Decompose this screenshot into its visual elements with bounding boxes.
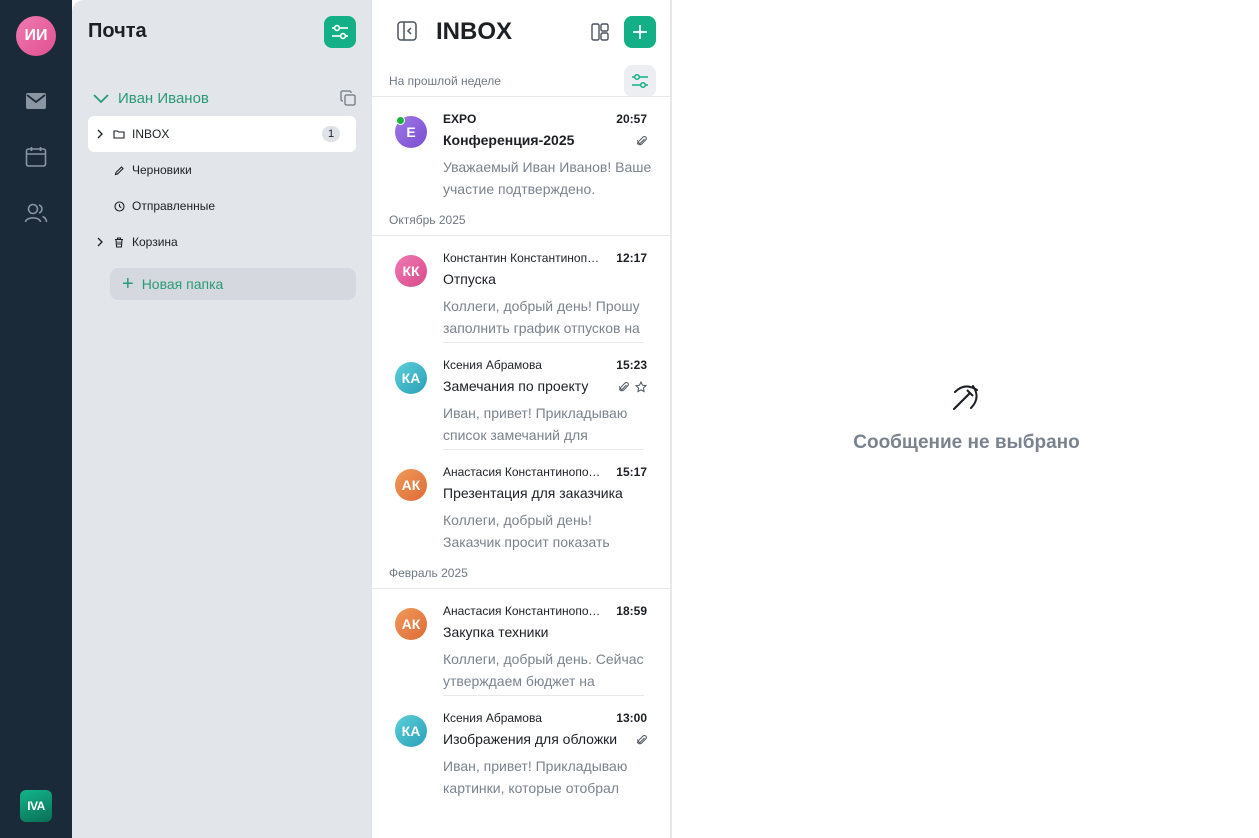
group-label: Февраль 2025 [389,566,468,580]
pencil-icon [112,165,126,176]
message-time: 18:59 [616,604,647,618]
message-sender: Анастасия Константинопольская [443,465,605,479]
mail-icon[interactable] [24,89,48,113]
online-indicator [396,116,405,125]
new-folder-button[interactable]: + Новая папка [110,268,356,300]
chevron-down-icon [93,94,109,104]
folders-panel: Почта Иван Иванов INBOX 1 Черновики Отпр… [72,0,372,838]
message-subject: Конференция-2025 [443,132,575,148]
list-title: INBOX [436,18,513,45]
message-time: 20:57 [616,112,647,126]
folder-inbox[interactable]: INBOX 1 [88,116,356,152]
message-preview: Коллеги, добрый день! Прошу заполнить гр… [443,298,640,336]
folder-label: INBOX [132,127,170,141]
sliders-icon [632,73,648,89]
filter-button[interactable] [624,65,656,97]
calendar-icon[interactable] [24,145,48,169]
avatar: АК [395,608,427,640]
empty-state-text: Сообщение не выбрано [853,432,1080,453]
message-item[interactable]: АК Анастасия Константинопольская 15:17 П… [372,457,662,557]
folder-trash[interactable]: Корзина [88,224,356,260]
avatar: КА [395,362,427,394]
chevron-right-icon[interactable] [92,129,108,139]
compose-button[interactable] [624,16,656,48]
message-subject: Замечания по проекту [443,378,589,394]
message-item[interactable]: КК Константин Константинопольский 12:17 … [372,243,662,343]
message-list: INBOX На прошлой неделе E EXPO 20:57 Кон… [372,0,672,838]
message-preview: Уважаемый Иван Иванов! Ваше участие подт… [443,159,652,197]
message-time: 13:00 [616,711,647,725]
message-subject: Изображения для обложки [443,731,618,747]
new-folder-label: Новая папка [141,276,224,292]
message-preview: Коллеги, добрый день. Сейчас утверждаем … [443,651,644,689]
folders-title: Почта [88,20,147,42]
group-label: На прошлой неделе [389,74,501,88]
message-item[interactable]: КА Ксения Абрамова 13:00 Изображения для… [372,703,662,803]
message-sender: Ксения Абрамова [443,358,542,372]
sliders-icon [332,24,348,40]
divider [372,588,670,589]
star-icon[interactable] [634,380,648,398]
list-header: INBOX [372,0,672,64]
account-row[interactable]: Иван Иванов [92,86,356,110]
user-avatar[interactable]: ИИ [16,16,56,56]
attachment-icon [618,380,629,398]
folder-label: Корзина [132,235,178,249]
folder-settings-button[interactable] [324,16,356,48]
message-time: 12:17 [616,251,647,265]
collapse-sidebar-icon[interactable] [396,20,418,47]
message-time: 15:23 [616,358,647,372]
message-subject: Закупка техники [443,624,549,640]
message-sender: Константин Константинопольский [443,251,605,265]
unread-count-badge: 1 [322,126,340,142]
app-logo[interactable]: IVA [20,790,52,822]
folder-label: Отправленные [132,199,216,213]
plus-icon: + [122,273,134,295]
attachment-icon [636,134,647,152]
avatar: КК [395,255,427,287]
clock-icon [112,200,126,212]
message-preview: Иван, привет! Прикладываю список замечан… [443,405,628,443]
attachment-icon [636,733,647,751]
trash-icon [112,236,126,248]
pickaxe-icon [951,382,981,417]
avatar: АК [395,469,427,501]
folder-label: Черновики [132,163,192,177]
copy-icon[interactable] [340,90,356,111]
group-label: Октябрь 2025 [389,213,466,227]
avatar: КА [395,715,427,747]
message-preview: Иван, привет! Прикладываю картинки, кото… [443,758,628,796]
folder-drafts[interactable]: Черновики [88,152,356,188]
divider [372,235,670,236]
divider [372,96,670,97]
message-sender: Анастасия Константинопольская [443,604,605,618]
plus-icon [633,25,647,39]
contacts-icon[interactable] [24,201,48,225]
app-rail: ИИ IVA [0,0,72,838]
layout-icon[interactable] [590,22,610,47]
message-time: 15:17 [616,465,647,479]
message-item[interactable]: E EXPO 20:57 Конференция-2025 Уважаемый … [372,104,662,204]
folder-sent[interactable]: Отправленные [88,188,356,224]
account-name: Иван Иванов [118,89,209,107]
message-subject: Презентация для заказчика [443,485,623,501]
message-sender: Ксения Абрамова [443,711,542,725]
message-preview: Коллеги, добрый день! Заказчик просит по… [443,512,610,550]
reading-pane: Сообщение не выбрано [674,0,1259,838]
message-item[interactable]: АК Анастасия Константинопольская 18:59 З… [372,596,662,696]
message-subject: Отпуска [443,271,496,287]
message-item[interactable]: КА Ксения Абрамова 15:23 Замечания по пр… [372,350,662,450]
message-sender: EXPO [443,112,477,126]
chevron-right-icon[interactable] [92,237,108,247]
folder-icon [112,129,126,139]
